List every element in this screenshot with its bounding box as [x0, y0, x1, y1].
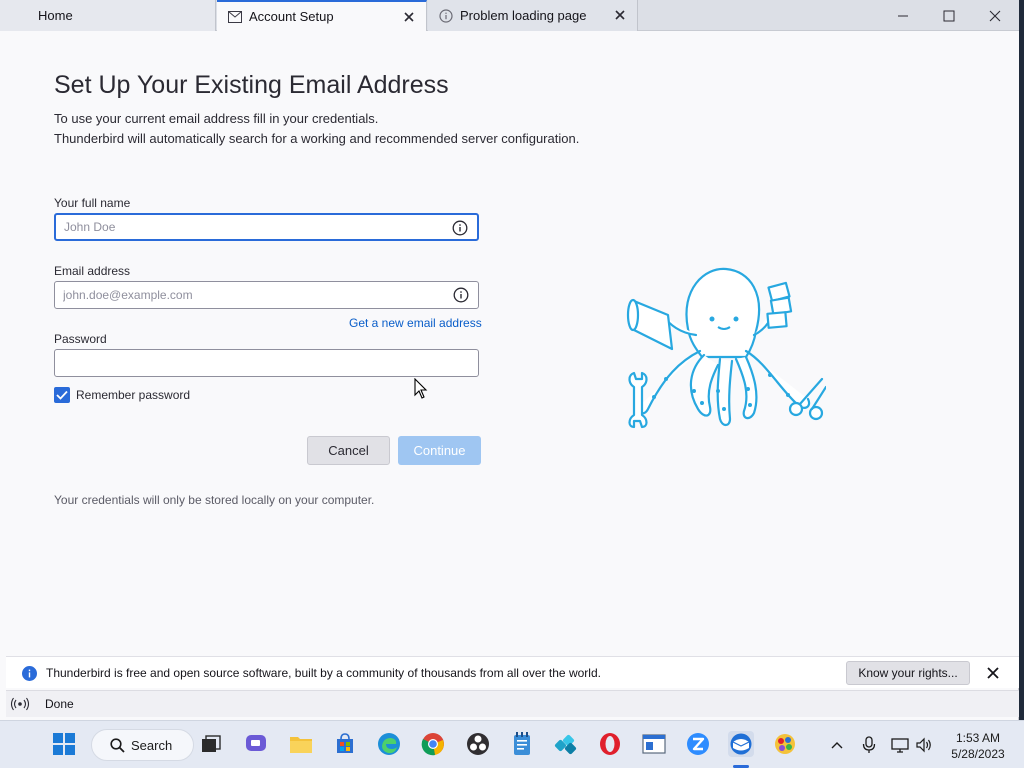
cancel-button[interactable]: Cancel: [307, 436, 390, 465]
info-icon[interactable]: [452, 220, 468, 236]
system-clock[interactable]: 1:53 AM 5/28/2023: [943, 730, 1013, 762]
email-label: Email address: [54, 264, 131, 278]
notepad-icon[interactable]: [509, 731, 535, 757]
info-icon[interactable]: [453, 287, 469, 303]
close-window-button[interactable]: [972, 0, 1018, 31]
notification-text: Thunderbird is free and open source soft…: [46, 666, 601, 680]
remember-password-checkbox[interactable]: [54, 387, 70, 403]
taskbar-search-button[interactable]: Search: [91, 729, 194, 761]
account-setup-content: Set Up Your Existing Email Address To us…: [6, 31, 1019, 656]
volume-icon[interactable]: [914, 735, 934, 755]
tab-account-setup-label: Account Setup: [249, 9, 334, 24]
password-input[interactable]: [55, 350, 435, 376]
full-name-field-wrapper: [54, 213, 479, 241]
windows-start-icon[interactable]: [51, 731, 77, 757]
tab-home[interactable]: Home: [0, 0, 216, 31]
tab-problem-label: Problem loading page: [460, 8, 587, 23]
close-tab-icon[interactable]: [613, 8, 627, 22]
online-status-icon[interactable]: [10, 697, 30, 711]
tab-problem-loading[interactable]: Problem loading page: [428, 0, 638, 31]
remember-password-label[interactable]: Remember password: [76, 388, 190, 402]
thunderbird-window: Home Account Setup Problem loading page: [0, 0, 1019, 720]
checkmark-icon: [56, 390, 68, 400]
tab-home-label: Home: [38, 8, 73, 23]
password-label: Password: [54, 332, 107, 346]
info-icon: [22, 666, 37, 681]
taskbar: Search 1:53 AM 5/28/2023: [0, 720, 1024, 768]
store-icon[interactable]: [332, 731, 358, 757]
email-field-wrapper: [54, 281, 479, 309]
chevron-up-icon[interactable]: [827, 735, 847, 755]
tab-account-setup[interactable]: Account Setup: [217, 0, 427, 31]
octopus-mascot-icon: [626, 267, 826, 429]
mouse-cursor-icon: [414, 378, 428, 399]
info-circle-icon: [438, 8, 454, 24]
intro-text-line2: Thunderbird will automatically search fo…: [54, 131, 580, 146]
file-explorer-icon[interactable]: [288, 731, 314, 757]
know-your-rights-button[interactable]: Know your rights...: [846, 661, 970, 685]
opera-icon[interactable]: [597, 731, 623, 757]
paint-app-icon[interactable]: [772, 731, 798, 757]
email-input[interactable]: [55, 282, 435, 308]
clock-time: 1:53 AM: [955, 731, 1001, 745]
full-name-input[interactable]: [56, 215, 436, 239]
close-tab-icon[interactable]: [402, 10, 416, 24]
envelope-icon: [227, 9, 243, 25]
status-text: Done: [45, 697, 74, 711]
full-name-label: Your full name: [54, 196, 131, 210]
tab-bar: Home Account Setup Problem loading page: [0, 0, 1019, 31]
microphone-icon[interactable]: [859, 735, 879, 755]
network-app-icon[interactable]: [553, 731, 579, 757]
zoom-icon[interactable]: [685, 731, 711, 757]
close-icon[interactable]: [986, 666, 1000, 680]
maximize-button[interactable]: [926, 0, 972, 31]
intro-text-line1: To use your current email address fill i…: [54, 111, 379, 126]
thunderbird-taskbar-icon[interactable]: [728, 731, 754, 757]
continue-button[interactable]: Continue: [398, 436, 481, 465]
obs-icon[interactable]: [465, 731, 491, 757]
get-new-email-link[interactable]: Get a new email address: [349, 316, 482, 330]
notification-bar: Thunderbird is free and open source soft…: [6, 656, 1019, 688]
status-bar: Done: [6, 690, 1019, 717]
app-window-icon[interactable]: [641, 731, 667, 757]
task-view-icon[interactable]: [198, 731, 224, 757]
page-title: Set Up Your Existing Email Address: [54, 71, 449, 99]
chat-app-icon[interactable]: [244, 731, 270, 757]
clock-date: 5/28/2023: [951, 747, 1005, 761]
edge-browser-icon[interactable]: [376, 731, 402, 757]
minimize-button[interactable]: [880, 0, 926, 31]
password-field-wrapper: [54, 349, 479, 377]
search-icon: [110, 737, 125, 753]
taskbar-search-label: Search: [131, 737, 173, 753]
network-icon[interactable]: [890, 735, 910, 755]
chrome-icon[interactable]: [420, 731, 446, 757]
credentials-note: Your credentials will only be stored loc…: [54, 493, 375, 507]
